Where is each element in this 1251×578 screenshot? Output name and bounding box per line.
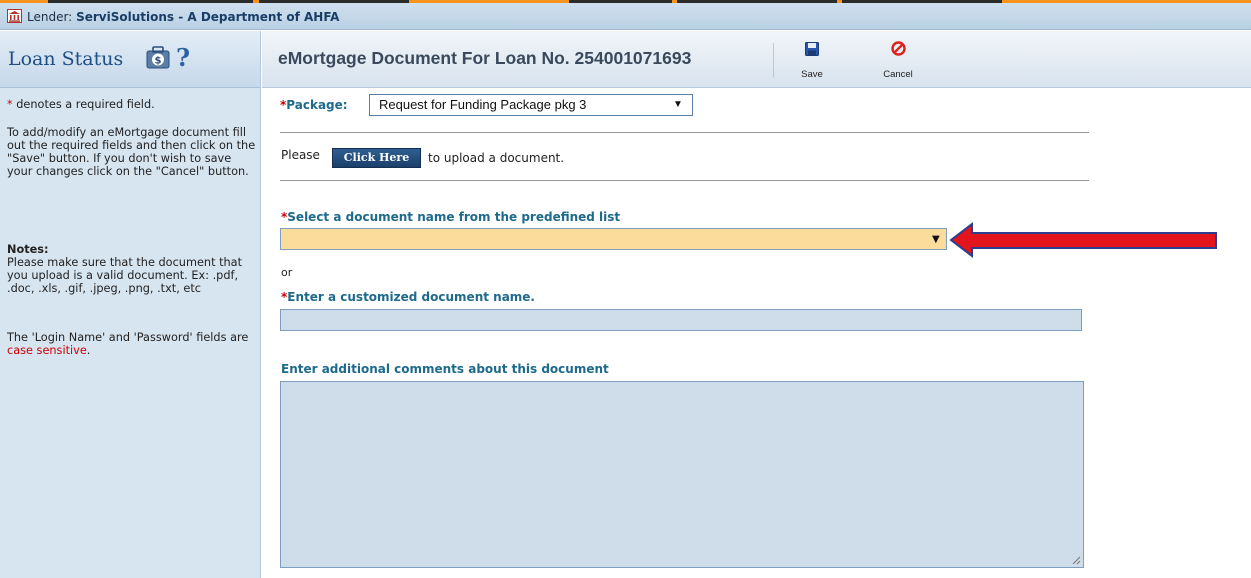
no-entry-icon <box>891 41 906 56</box>
doc-select-label-text: Select a document name from the predefin… <box>287 210 621 224</box>
header-divider <box>773 43 774 78</box>
lender-line: Lender: ServiSolutions - A Department of… <box>27 10 339 24</box>
please-label: Please <box>281 148 320 162</box>
upload-instruction: to upload a document. <box>428 151 565 165</box>
cancel-label: Cancel <box>883 69 913 80</box>
sidebar: Loan Status $ ? * denotes a required fie… <box>0 31 261 578</box>
custom-document-name-input[interactable] <box>280 309 1082 331</box>
triangle-down-icon: ▼ <box>673 99 683 110</box>
lender-bar: Lender: ServiSolutions - A Department of… <box>0 3 1251 30</box>
resize-grip-icon[interactable] <box>1072 556 1081 565</box>
instructions-text: To add/modify an eMortgage document fill… <box>7 126 256 178</box>
help-icon[interactable]: ? <box>176 43 190 72</box>
case-note-prefix: The 'Login Name' and 'Password' fields a… <box>7 331 249 344</box>
package-select[interactable]: Request for Funding Package pkg 3 ▼ <box>369 94 693 116</box>
lender-label: Lender: <box>27 10 73 24</box>
or-separator: or <box>281 266 293 279</box>
notes-block: Notes: Please make sure that the documen… <box>7 243 257 295</box>
case-sensitive-note: The 'Login Name' and 'Password' fields a… <box>7 331 257 357</box>
document-name-select[interactable]: ▼ <box>280 228 947 250</box>
divider <box>280 132 1089 133</box>
notes-text: Please make sure that the document that … <box>7 256 243 295</box>
upload-click-here-button[interactable]: Click Here <box>332 148 421 168</box>
save-button[interactable]: Save <box>792 40 832 80</box>
package-label: *Package: <box>280 98 348 112</box>
doc-select-label: *Select a document name from the predefi… <box>281 210 620 224</box>
divider <box>280 180 1089 181</box>
required-star: * <box>7 98 13 111</box>
red-arrow-icon <box>949 221 1217 259</box>
bank-icon <box>7 9 22 23</box>
page-title: eMortgage Document For Loan No. 25400107… <box>278 48 692 68</box>
package-select-value: Request for Funding Package pkg 3 <box>379 97 587 112</box>
required-note-text: denotes a required field. <box>16 98 155 111</box>
triangle-down-icon: ▼ <box>932 234 940 245</box>
sidebar-title: Loan Status <box>8 48 124 70</box>
comments-textarea[interactable] <box>280 381 1084 568</box>
custom-name-label: *Enter a customized document name. <box>281 290 535 304</box>
document-form: *Package: Request for Funding Package pk… <box>262 89 1251 578</box>
main-header: eMortgage Document For Loan No. 25400107… <box>262 31 1251 88</box>
custom-name-label-text: Enter a customized document name. <box>287 290 535 304</box>
save-label: Save <box>801 69 823 80</box>
lender-name: ServiSolutions - A Department of AHFA <box>76 10 340 24</box>
package-label-text: Package: <box>286 98 348 112</box>
dollar-bag-icon: $ <box>144 44 172 70</box>
case-note-emphasis: case sensitive <box>7 344 87 357</box>
please-text: Please <box>281 148 320 162</box>
case-note-suffix: . <box>86 344 91 357</box>
cancel-button[interactable]: Cancel <box>878 40 918 80</box>
comments-label: Enter additional comments about this doc… <box>281 362 609 376</box>
sidebar-header: Loan Status $ ? <box>0 31 260 88</box>
floppy-disk-icon <box>805 42 819 56</box>
svg-text:$: $ <box>155 56 162 67</box>
required-note: * denotes a required field. <box>7 98 257 111</box>
notes-heading: Notes: <box>7 243 49 256</box>
